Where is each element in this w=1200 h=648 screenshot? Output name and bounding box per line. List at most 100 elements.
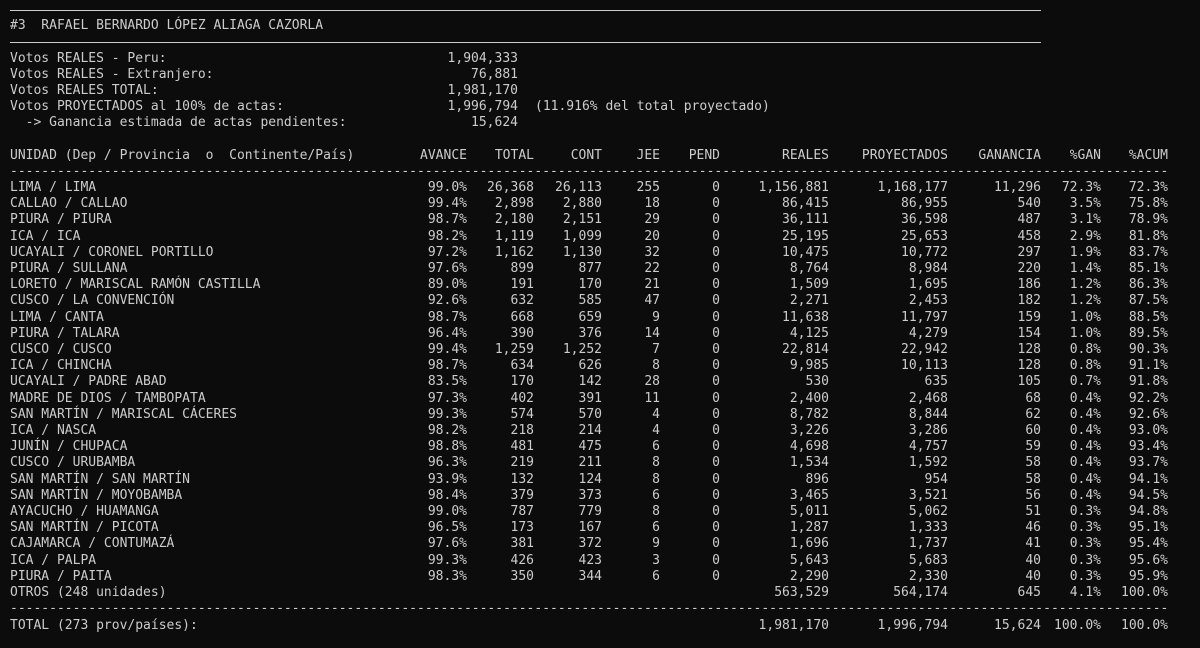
value-cell: 635 (924, 374, 948, 390)
value-cell: 0.4% (1069, 471, 1101, 487)
value-cell (536, 618, 602, 634)
column-header: TOTAL (494, 148, 534, 163)
value-cell: 475 (578, 439, 602, 455)
summary-label: Votos PROYECTADOS al 100% de actas: (10, 99, 284, 114)
value-cell: 219 (510, 455, 534, 471)
value-cell: 40 (1025, 552, 1041, 568)
value-cell: 98.3% (427, 568, 467, 584)
value-cell: 26,368 (487, 180, 534, 195)
value-cell: 390 (510, 325, 534, 341)
value-cell: 182 (1017, 293, 1041, 309)
value-cell: 1,162 (494, 244, 534, 260)
value-cell: 98.7% (427, 212, 467, 228)
value-cell: 186 (1017, 277, 1041, 293)
value-cell: 5,643 (789, 552, 829, 568)
value-cell: 22,942 (901, 342, 948, 357)
value-cell: 0 (712, 309, 720, 325)
unit-cell: CAJAMARCA / CONTUMAZÁ (10, 536, 175, 552)
value-cell: 530 (805, 374, 829, 390)
summary-value: 1,981,170 (447, 83, 518, 98)
value-cell: 1.4% (1069, 261, 1101, 276)
value-cell: 0 (712, 487, 720, 503)
value-cell: 426 (510, 552, 534, 568)
value-cell: 11,638 (782, 309, 829, 325)
unit-cell: JUNÍN / CHUPACA (10, 439, 128, 455)
value-cell: 350 (510, 568, 534, 584)
unit-cell: SAN MARTÍN / PICOTA (10, 520, 159, 536)
value-cell: 75.8% (1128, 196, 1168, 212)
value-cell: 11,797 (901, 309, 948, 325)
unit-cell: LIMA / CANTA (10, 309, 104, 325)
unit-cell: OTROS (248 unidades) (10, 585, 167, 600)
value-cell: 98.4% (427, 487, 467, 503)
value-cell: 8,764 (789, 261, 829, 276)
value-cell: 88.5% (1128, 309, 1168, 325)
value-cell: 5,011 (789, 504, 829, 519)
value-cell: 0 (712, 342, 720, 357)
value-cell: 91.1% (1128, 358, 1168, 374)
value-cell: 0.3% (1069, 568, 1101, 584)
value-cell: 2,400 (789, 390, 829, 406)
value-cell: 99.3% (427, 552, 467, 568)
summary-label: Votos REALES TOTAL: (10, 83, 159, 98)
value-cell: 72.3% (1061, 180, 1101, 195)
value-cell: 0 (712, 552, 720, 568)
value-cell: 5,683 (908, 552, 948, 568)
value-cell: 2,880 (562, 196, 602, 212)
unit-cell: SAN MARTÍN / MOYOBAMBA (10, 487, 183, 503)
value-cell: 1,287 (789, 520, 829, 536)
value-cell: 373 (578, 487, 602, 503)
value-cell: 81.8% (1128, 228, 1168, 244)
value-cell: 0.4% (1069, 423, 1101, 438)
value-cell: 4.1% (1069, 585, 1101, 600)
value-cell: 0 (712, 390, 720, 406)
value-cell: 0.4% (1069, 455, 1101, 471)
value-cell: 570 (578, 406, 602, 422)
value-cell: 72.3% (1128, 180, 1168, 195)
value-cell: 1.9% (1069, 244, 1101, 260)
value-cell: 99.4% (427, 196, 467, 212)
value-cell: 0.4% (1069, 406, 1101, 422)
column-header: GANANCIA (978, 148, 1041, 163)
unit-cell: LORETO / MARISCAL RAMÓN CASTILLA (10, 277, 261, 293)
value-cell: 1.0% (1069, 325, 1101, 341)
value-cell: 86,955 (901, 196, 948, 212)
value-cell: 86,415 (782, 196, 829, 212)
value-cell: 585 (578, 293, 602, 309)
value-cell: 191 (510, 277, 534, 293)
value-cell: 0 (712, 261, 720, 276)
value-cell: 93.4% (1128, 439, 1168, 455)
value-cell: 68 (1025, 390, 1041, 406)
value-cell (407, 618, 467, 634)
value-cell: 124 (578, 471, 602, 487)
value-cell (670, 585, 720, 601)
value-cell: 402 (510, 390, 534, 406)
unit-cell: SAN MARTÍN / SAN MARTÍN (10, 471, 191, 487)
value-cell: 98.2% (427, 228, 467, 244)
summary-label: Votos REALES - Peru: (10, 51, 167, 66)
unit-cell: ICA / CHINCHA (10, 358, 112, 374)
value-cell: 98.2% (427, 423, 467, 438)
value-cell: 25,653 (901, 228, 948, 244)
unit-cell: PIURA / SULLANA (10, 261, 128, 276)
value-cell: 32 (644, 244, 660, 260)
value-cell: 376 (578, 325, 602, 341)
value-cell: 25,195 (782, 228, 829, 244)
value-cell: 1.2% (1069, 293, 1101, 309)
value-cell: 1,156,881 (758, 180, 829, 195)
value-cell: 564,174 (893, 585, 948, 600)
value-cell: 8,844 (908, 406, 948, 422)
value-cell: 372 (578, 536, 602, 552)
value-cell: 98.8% (427, 439, 467, 455)
value-cell: 9 (652, 536, 660, 552)
value-cell: 0 (712, 325, 720, 341)
value-cell: 128 (1017, 358, 1041, 374)
unit-cell: PIURA / PIURA (10, 212, 112, 228)
value-cell: 4 (652, 406, 660, 422)
summary-label: -> Ganancia estimada de actas pendientes… (10, 115, 347, 130)
unit-cell: TOTAL (273 prov/países): (10, 618, 198, 633)
value-cell (464, 585, 534, 601)
value-cell (407, 585, 467, 601)
value-cell: 4,757 (908, 439, 948, 455)
value-cell: 97.6% (427, 261, 467, 276)
